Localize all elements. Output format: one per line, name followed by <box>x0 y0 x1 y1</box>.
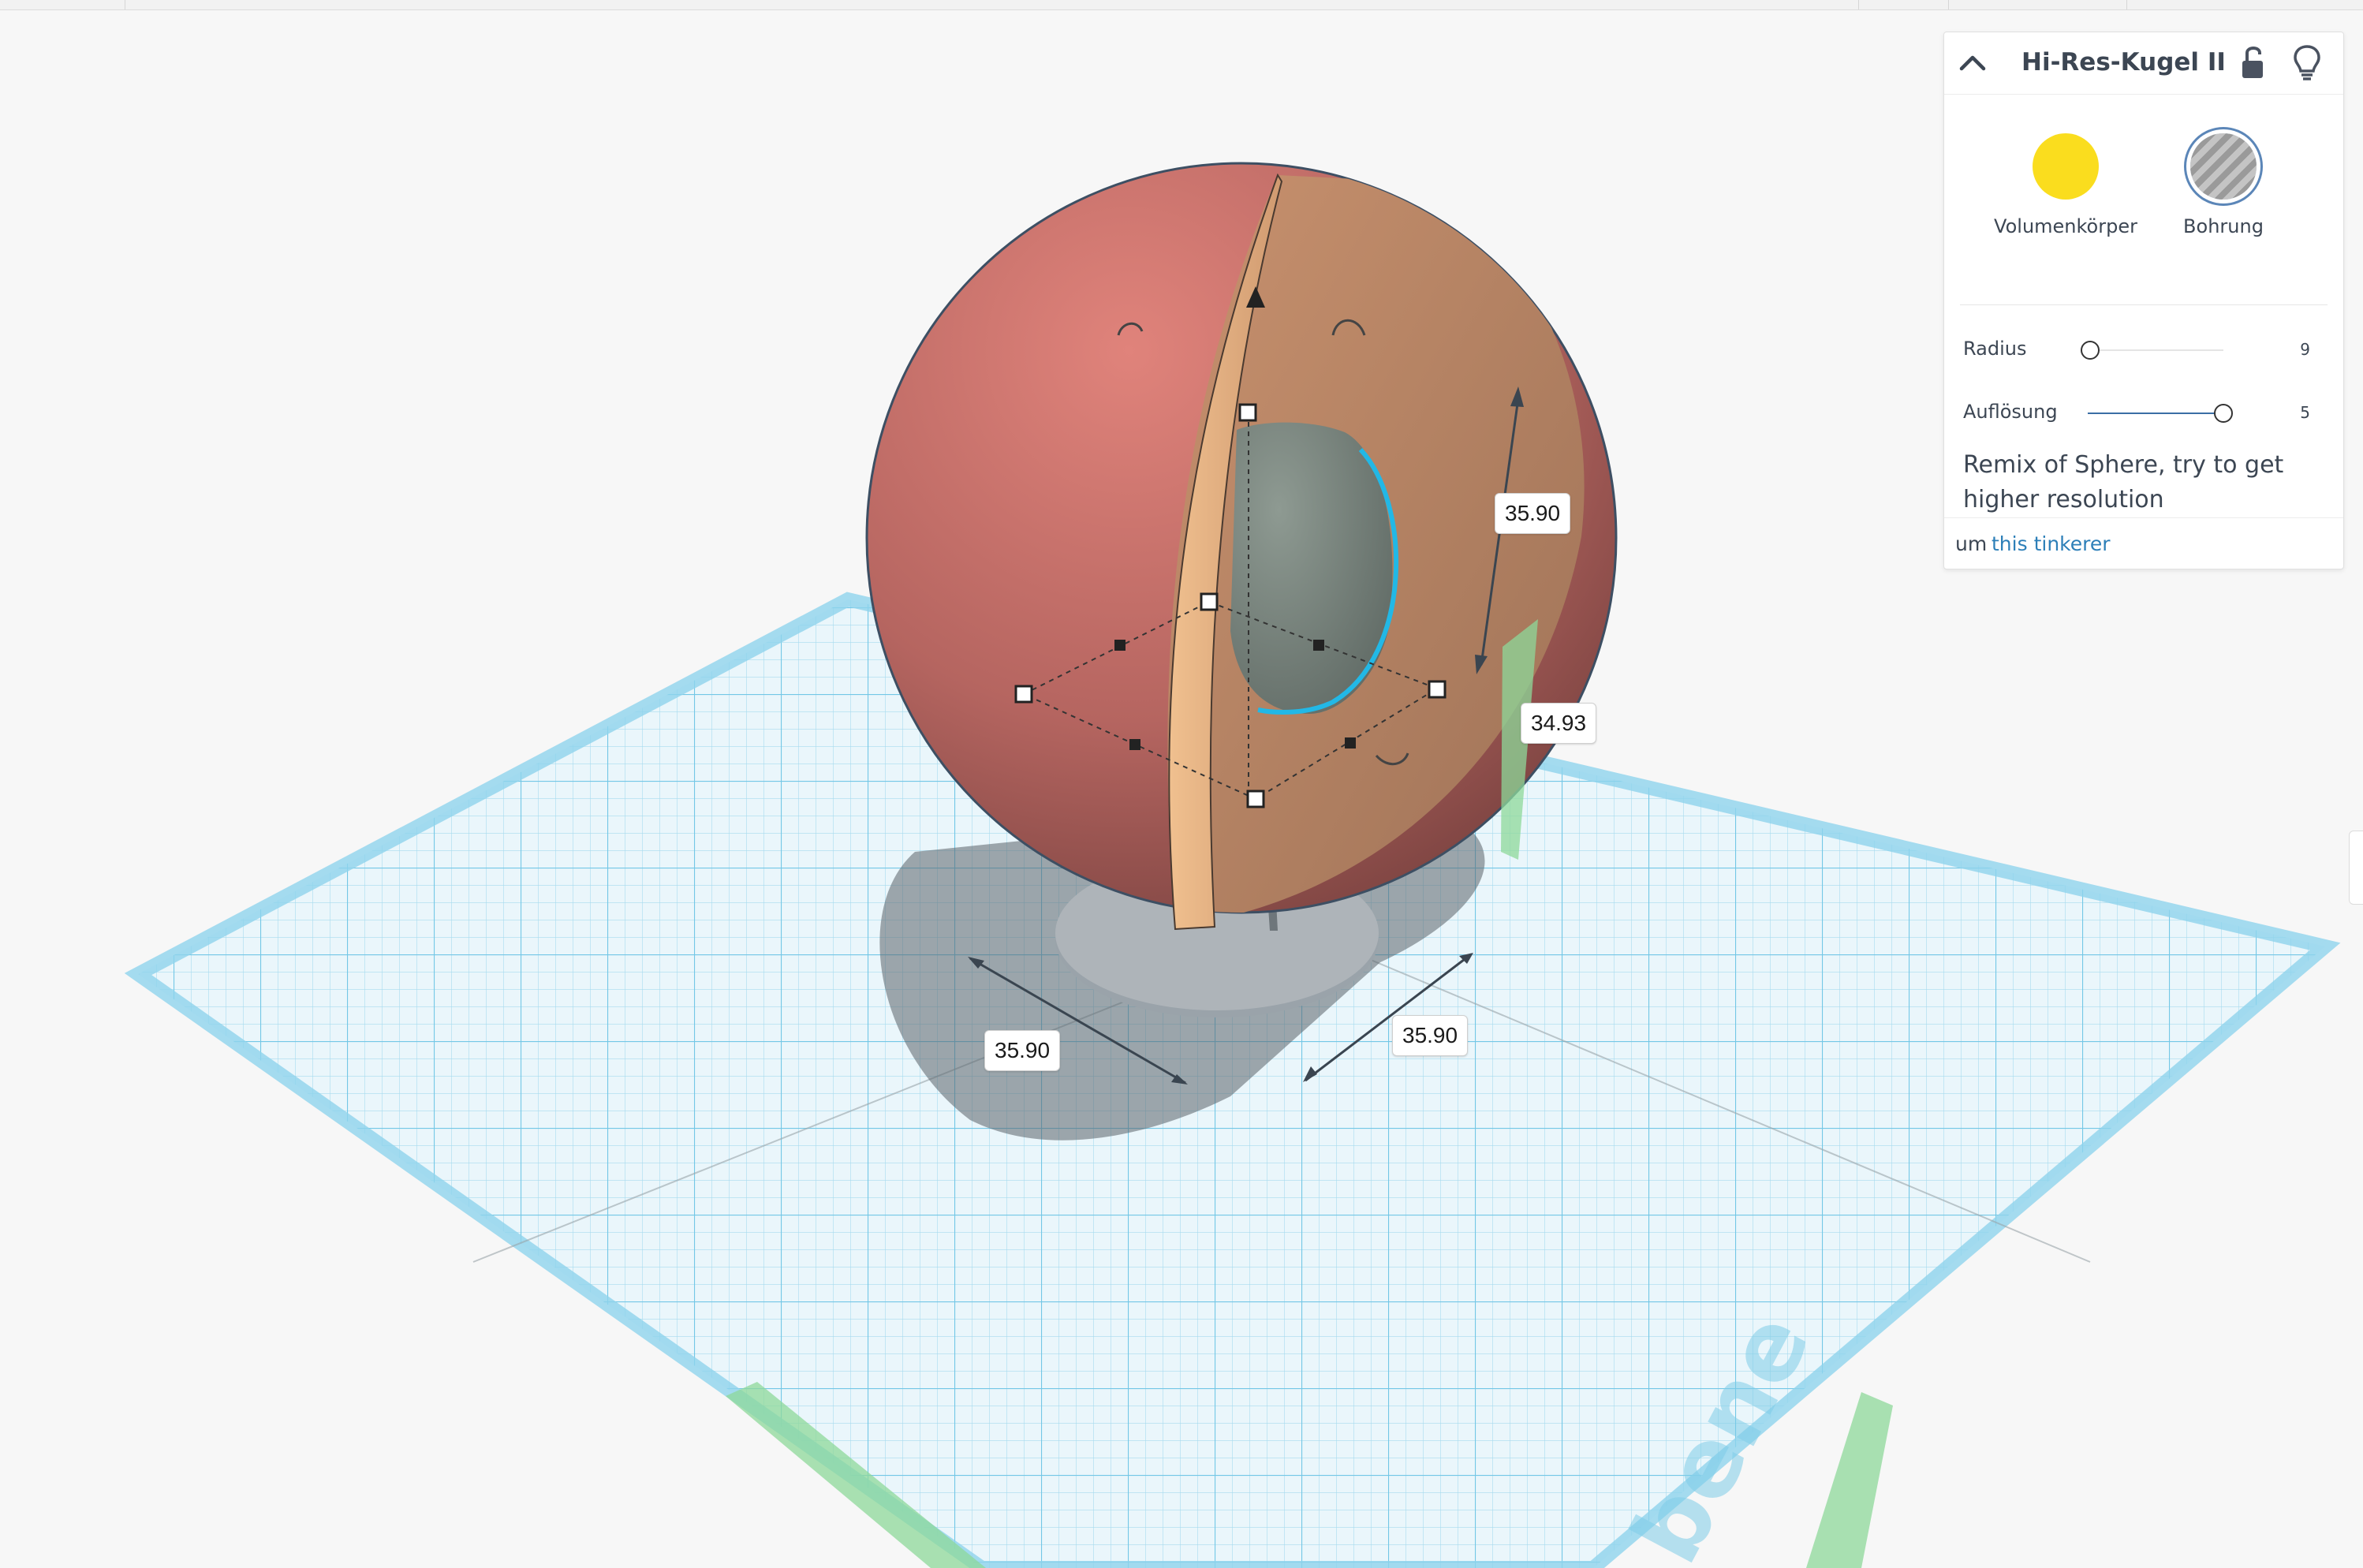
chevron-up-icon <box>1959 55 1986 71</box>
resolution-label: Auflösung <box>1963 401 2058 423</box>
resolution-slider[interactable] <box>2088 404 2233 423</box>
side-panel-toggle[interactable] <box>2349 831 2363 905</box>
resize-handle[interactable] <box>1200 592 1219 611</box>
depth-dimension-label[interactable]: 35.90 <box>1392 1015 1469 1056</box>
solid-label: Volumenkörper <box>1994 215 2137 237</box>
resize-handle[interactable] <box>1014 685 1033 704</box>
slider-thumb[interactable] <box>2081 341 2100 360</box>
width-dimension-label[interactable]: 35.90 <box>984 1030 1061 1071</box>
shape-title[interactable]: Hi-Res-Kugel II <box>2021 47 2226 78</box>
slider-fill <box>2088 413 2223 414</box>
radius-slider[interactable] <box>2081 341 2223 360</box>
resize-handle[interactable] <box>1428 680 1447 699</box>
resize-handle[interactable] <box>1246 790 1265 808</box>
slider-track <box>2088 349 2223 351</box>
elevation-dimension-label[interactable]: 34.93 <box>1521 703 1597 744</box>
author-row: um this tinkerer <box>1944 517 2343 569</box>
radius-label: Radius <box>1963 338 2027 360</box>
collapse-button[interactable] <box>1955 47 1990 81</box>
author-prefix: um <box>1955 532 1988 555</box>
panel-divider <box>1960 304 2328 305</box>
solid-type-option[interactable]: Volumenkörper <box>1992 133 2140 237</box>
height-dimension-label[interactable]: 35.90 <box>1495 493 1571 534</box>
radius-value[interactable]: 9 <box>2300 340 2310 359</box>
hole-label: Bohrung <box>2183 215 2264 237</box>
slider-thumb[interactable] <box>2214 404 2233 423</box>
shape-inspector-panel: Hi-Res-Kugel II Volumenkörper Bohrung Ra… <box>1943 32 2344 569</box>
lock-icon <box>2242 47 2263 78</box>
author-link[interactable]: this tinkerer <box>1992 532 2111 555</box>
hole-type-option[interactable]: Bohrung <box>2168 133 2279 237</box>
lightbulb-icon <box>2294 45 2320 80</box>
resolution-value[interactable]: 5 <box>2300 403 2310 422</box>
inspector-header: Hi-Res-Kugel II <box>1944 32 2343 95</box>
lock-button[interactable] <box>2236 43 2271 81</box>
shape-description: Remix of Sphere, try to get higher resol… <box>1963 451 2284 513</box>
resize-handle[interactable] <box>1238 403 1257 422</box>
hole-hatch-swatch <box>2190 133 2257 200</box>
solid-color-swatch <box>2033 133 2099 200</box>
lightbulb-button[interactable] <box>2290 42 2324 83</box>
